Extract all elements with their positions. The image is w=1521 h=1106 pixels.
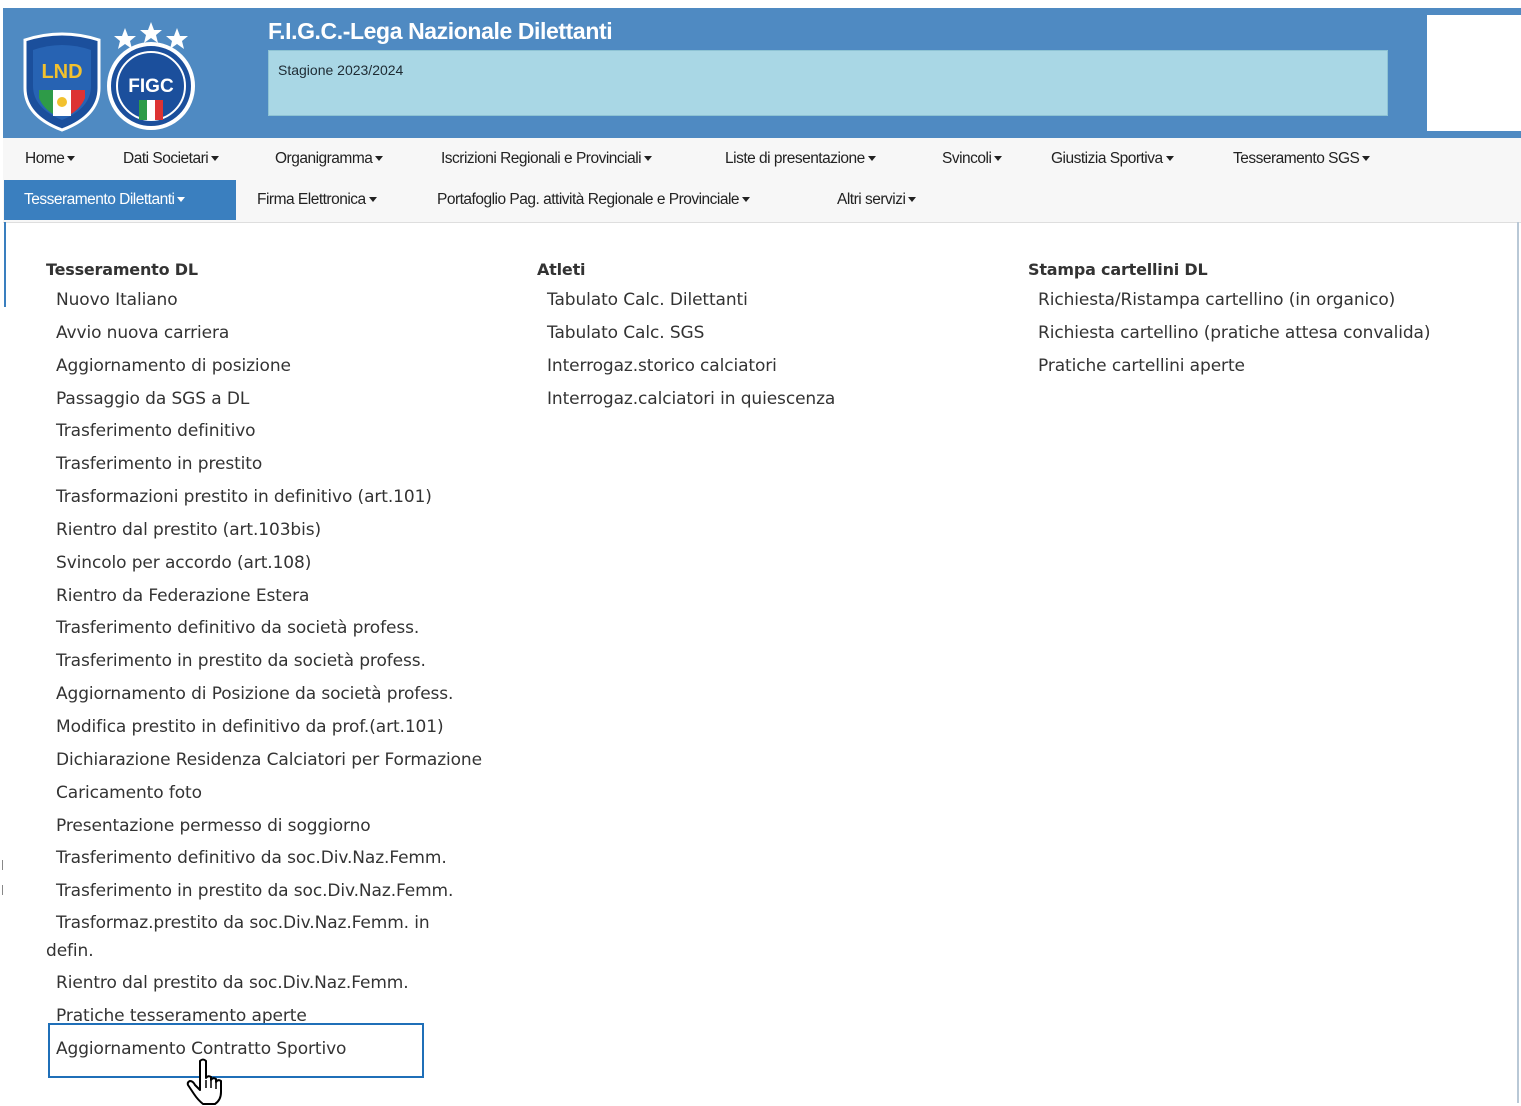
column-title: Tesseramento DL (46, 260, 198, 279)
nav-tesseramento-sgs[interactable]: Tesseramento SGS (1213, 139, 1390, 179)
menu-link-trasf-def-profess[interactable]: Trasferimento definitivo da società prof… (46, 612, 482, 645)
menu-link-nuovo-italiano[interactable]: Nuovo Italiano (46, 284, 482, 317)
menu-link-pratiche-cartellini-aperte[interactable]: Pratiche cartellini aperte (1028, 350, 1430, 383)
edge-tick (2, 885, 3, 895)
nav-giustizia-sportiva[interactable]: Giustizia Sportiva (1031, 139, 1194, 179)
season-banner: Stagione 2023/2024 (268, 50, 1388, 116)
nav-organigramma-label: Organigramma (275, 150, 373, 167)
caret-down-icon (1362, 156, 1371, 162)
menu-link-tabulato-dilettanti[interactable]: Tabulato Calc. Dilettanti (537, 284, 835, 317)
nav-iscrizioni[interactable]: Iscrizioni Regionali e Provinciali (421, 139, 672, 179)
season-label: Stagione 2023/2024 (278, 62, 404, 78)
nav-tesseramento-dilettanti[interactable]: Tesseramento Dilettanti (4, 180, 236, 220)
main-nav: Home Dati Societari Organigramma Iscrizi… (3, 138, 1521, 223)
lnd-logo[interactable]: LND (19, 28, 105, 132)
caret-down-icon (368, 197, 377, 203)
nav-dati-societari[interactable]: Dati Societari (103, 139, 239, 179)
caret-down-icon (1165, 156, 1174, 162)
nav-home[interactable]: Home (5, 139, 95, 179)
menu-link-svincolo-accordo[interactable]: Svincolo per accordo (art.108) (46, 547, 482, 580)
menu-link-trasformaz-prestito-femm[interactable]: Trasformaz.prestito da soc.Div.Naz.Femm.… (46, 910, 476, 965)
menu-link-rientro-federazione-estera[interactable]: Rientro da Federazione Estera (46, 580, 482, 613)
nav-altri-servizi[interactable]: Altri servizi (817, 180, 936, 220)
panel-right-border (1517, 222, 1519, 1103)
menu-link-richiesta-cartellino-convalida[interactable]: Richiesta cartellino (pratiche attesa co… (1028, 317, 1430, 350)
menu-link-trasformazioni-prestito[interactable]: Trasformazioni prestito in definitivo (a… (46, 481, 482, 514)
edge-tick (2, 860, 3, 870)
highlight-box (48, 1023, 424, 1078)
nav-organigramma[interactable]: Organigramma (255, 139, 403, 179)
hand-pointer-icon (186, 1058, 222, 1105)
nav-giustizia-sportiva-label: Giustizia Sportiva (1051, 150, 1163, 167)
menu-link-calciatori-quiescenza[interactable]: Interrogaz.calciatori in quiescenza (537, 383, 835, 416)
figc-logo-text: FIGC (128, 76, 174, 97)
menu-link-passaggio-sgs-dl[interactable]: Passaggio da SGS a DL (46, 383, 482, 416)
nav-iscrizioni-label: Iscrizioni Regionali e Provinciali (441, 150, 642, 167)
site-header: LND FIGC F.I.G.C.-Lega Nazionale Diletta… (3, 8, 1521, 138)
caret-down-icon (867, 156, 876, 162)
menu-link-permesso-soggiorno[interactable]: Presentazione permesso di soggiorno (46, 810, 482, 843)
caret-down-icon (644, 156, 653, 162)
menu-link-ristampa-cartellino[interactable]: Richiesta/Ristampa cartellino (in organi… (1028, 284, 1430, 317)
menu-link-avvio-nuova-carriera[interactable]: Avvio nuova carriera (46, 317, 482, 350)
menu-link-trasf-prestito-profess[interactable]: Trasferimento in prestito da società pro… (46, 645, 482, 678)
caret-down-icon (994, 156, 1003, 162)
caret-down-icon (67, 156, 76, 162)
column-title: Stampa cartellini DL (1028, 260, 1208, 279)
figc-logo[interactable]: FIGC (103, 20, 199, 132)
nav-portafoglio[interactable]: Portafoglio Pag. attività Regionale e Pr… (417, 180, 770, 220)
menu-link-trasf-prestito-femm[interactable]: Trasferimento in prestito da soc.Div.Naz… (46, 875, 482, 908)
menu-link-modifica-prestito-prof[interactable]: Modifica prestito in definitivo da prof.… (46, 711, 482, 744)
nav-portafoglio-label: Portafoglio Pag. attività Regionale e Pr… (437, 191, 740, 208)
menu-column-tesseramento-dl: Tesseramento DL Nuovo Italiano Avvio nuo… (46, 258, 482, 1066)
menu-link-dichiarazione-residenza[interactable]: Dichiarazione Residenza Calciatori per F… (46, 744, 482, 777)
menu-link-trasferimento-definitivo[interactable]: Trasferimento definitivo (46, 415, 482, 448)
nav-liste-presentazione-label: Liste di presentazione (725, 150, 865, 167)
caret-down-icon (908, 197, 917, 203)
menu-link-caricamento-foto[interactable]: Caricamento foto (46, 777, 482, 810)
menu-link-rientro-prestito-femm[interactable]: Rientro dal prestito da soc.Div.Naz.Femm… (46, 967, 482, 1000)
nav-firma-elettronica-label: Firma Elettronica (257, 191, 366, 208)
menu-link-aggiornamento-posizione[interactable]: Aggiornamento di posizione (46, 350, 482, 383)
menu-column-atleti: Atleti Tabulato Calc. Dilettanti Tabulat… (537, 258, 835, 415)
nav-tesseramento-sgs-label: Tesseramento SGS (1233, 150, 1360, 167)
menu-link-tabulato-sgs[interactable]: Tabulato Calc. SGS (537, 317, 835, 350)
menu-link-aggiornamento-profess[interactable]: Aggiornamento di Posizione da società pr… (46, 678, 482, 711)
caret-down-icon (177, 197, 186, 203)
menu-link-trasferimento-prestito[interactable]: Trasferimento in prestito (46, 448, 482, 481)
menu-link-rientro-prestito[interactable]: Rientro dal prestito (art.103bis) (46, 514, 482, 547)
nav-home-label: Home (25, 150, 65, 167)
nav-firma-elettronica[interactable]: Firma Elettronica (237, 180, 397, 220)
nav-altri-servizi-label: Altri servizi (837, 191, 906, 208)
nav-svincoli-label: Svincoli (942, 150, 992, 167)
caret-down-icon (375, 156, 384, 162)
menu-link-storico-calciatori[interactable]: Interrogaz.storico calciatori (537, 350, 835, 383)
nav-svincoli[interactable]: Svincoli (922, 139, 1022, 179)
nav-dati-societari-label: Dati Societari (123, 150, 209, 167)
menu-column-stampa-cartellini: Stampa cartellini DL Richiesta/Ristampa … (1028, 258, 1430, 383)
caret-down-icon (742, 197, 751, 203)
nav-tesseramento-dilettanti-label: Tesseramento Dilettanti (24, 191, 175, 208)
caret-down-icon (211, 156, 220, 162)
lnd-logo-text: LND (41, 61, 82, 83)
app-title: F.I.G.C.-Lega Nazionale Dilettanti (268, 18, 613, 44)
header-right-panel (1427, 15, 1521, 131)
nav-liste-presentazione[interactable]: Liste di presentazione (705, 139, 896, 179)
menu-link-trasf-def-femm[interactable]: Trasferimento definitivo da soc.Div.Naz.… (46, 842, 482, 875)
column-title: Atleti (537, 260, 586, 279)
panel-left-border (4, 222, 6, 307)
